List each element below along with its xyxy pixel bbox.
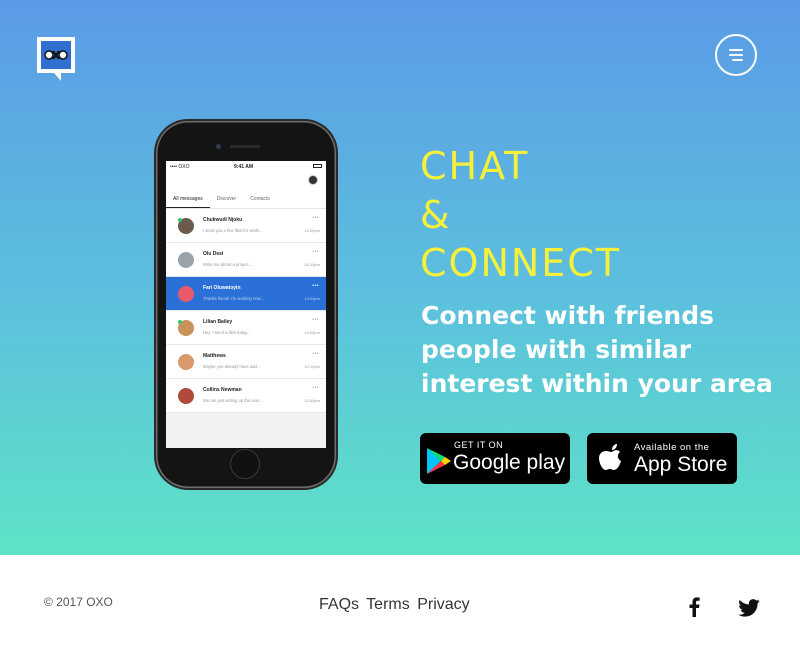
google-play-button[interactable]: GET IT ON Google play — [420, 433, 570, 484]
profile-avatar[interactable] — [308, 175, 318, 185]
avatar — [178, 354, 194, 370]
google-play-label: Google play — [453, 451, 566, 474]
more-icon[interactable]: ••• — [312, 249, 319, 255]
headline-line: & — [420, 192, 452, 237]
message-time: 14:05pm — [304, 330, 320, 335]
online-indicator — [178, 218, 182, 222]
more-icon[interactable]: ••• — [312, 317, 319, 323]
hero-headline: CHAT & CONNECT — [420, 142, 621, 288]
phone-speaker — [230, 145, 260, 148]
app-store-button[interactable]: Available on the App Store — [587, 433, 737, 484]
menu-icon-line — [732, 59, 743, 61]
avatar — [178, 252, 194, 268]
list-item[interactable]: Lilian Bailey Hey, I send a files today.… — [166, 311, 326, 345]
app-store-small: Available on the — [634, 442, 710, 453]
contact-name: Collins Newman — [203, 387, 242, 393]
privacy-link[interactable]: Privacy — [417, 596, 469, 613]
more-icon[interactable]: ••• — [312, 283, 319, 289]
footer-links: FAQs Terms Privacy — [319, 596, 473, 614]
contact-name: Olu Desi — [203, 251, 224, 257]
message-preview: Thanks friend! I'm working now... — [203, 296, 264, 301]
more-icon[interactable]: ••• — [312, 385, 319, 391]
message-time: 14:20pm — [304, 296, 320, 301]
more-icon[interactable]: ••• — [312, 215, 319, 221]
battery-icon — [313, 164, 322, 168]
headline-line: CHAT — [420, 144, 530, 188]
phone-home-button — [230, 449, 260, 479]
google-play-small: GET IT ON — [454, 440, 504, 450]
list-item[interactable]: Olu Desi Write me about a project... 15:… — [166, 243, 326, 277]
list-item[interactable]: Fari Oluwatoyin Thanks friend! I'm worki… — [166, 277, 326, 311]
headline-line: CONNECT — [420, 241, 622, 285]
message-time: 10:00pm — [304, 228, 320, 233]
twitter-icon[interactable] — [738, 599, 760, 622]
tab-all-messages[interactable]: All messages — [166, 189, 210, 208]
phone-camera — [216, 144, 221, 149]
message-preview: Write me about a project... — [203, 262, 253, 267]
hero-section: •••• OXO 9:41 AM All messages Discover C… — [0, 0, 800, 555]
apple-icon — [599, 444, 621, 470]
footer: © 2017 OXO FAQs Terms Privacy — [0, 555, 800, 650]
terms-link[interactable]: Terms — [366, 596, 410, 613]
message-time: 12:40pm — [304, 398, 320, 403]
contact-name: Chukwudi Njoku — [203, 217, 243, 223]
message-time: 12:10pm — [304, 364, 320, 369]
message-time: 15:10pm — [304, 262, 320, 267]
message-preview: Maybe you already have add... — [203, 364, 261, 369]
list-item[interactable]: Chukwudi Njoku I send you a few files fo… — [166, 209, 326, 243]
hero-subline: Connect with friends people with similar… — [421, 301, 773, 398]
avatar — [178, 388, 194, 404]
menu-icon-line — [729, 54, 743, 56]
list-item[interactable]: Collins Newman We are just writing up th… — [166, 379, 326, 413]
message-preview: We are just writing up the user... — [203, 398, 263, 403]
oxo-logo[interactable] — [36, 36, 78, 84]
message-preview: I send you a few files for worki... — [203, 228, 263, 233]
message-tabs: All messages Discover Contacts — [166, 189, 326, 209]
status-time: 9:41 AM — [234, 164, 253, 170]
google-play-icon — [427, 448, 451, 474]
more-icon[interactable]: ••• — [312, 351, 319, 357]
menu-button[interactable] — [715, 34, 757, 76]
menu-icon — [729, 49, 743, 51]
faqs-link[interactable]: FAQs — [319, 596, 359, 613]
avatar — [178, 286, 194, 302]
contact-name: Fari Oluwatoyin — [203, 285, 241, 291]
tab-discover[interactable]: Discover — [210, 189, 243, 208]
phone-status-bar: •••• OXO 9:41 AM — [166, 161, 326, 173]
online-indicator — [178, 320, 182, 324]
list-item[interactable]: Matthews Maybe you already have add... 1… — [166, 345, 326, 379]
copyright: © 2017 OXO — [44, 595, 113, 609]
app-store-label: App Store — [634, 453, 728, 476]
tab-contacts[interactable]: Contacts — [243, 189, 277, 208]
phone-screen: •••• OXO 9:41 AM All messages Discover C… — [166, 161, 326, 448]
contact-name: Lilian Bailey — [203, 319, 233, 325]
facebook-icon[interactable] — [688, 597, 700, 622]
app-header — [166, 173, 326, 189]
contact-name: Matthews — [203, 353, 226, 359]
message-preview: Hey, I send a files today... — [203, 330, 251, 335]
status-carrier: •••• OXO — [170, 164, 190, 170]
phone-mockup: •••• OXO 9:41 AM All messages Discover C… — [156, 121, 336, 488]
